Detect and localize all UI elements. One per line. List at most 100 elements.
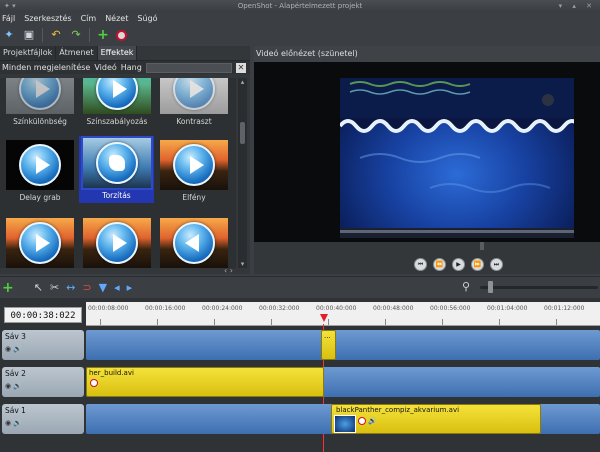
clip-name: her_build.avi <box>89 369 134 377</box>
play-icon[interactable]: ▶ <box>452 258 465 271</box>
effect-label: Kontraszt <box>176 117 212 126</box>
scroll-up-icon[interactable]: ▴ <box>238 78 247 86</box>
menu-view[interactable]: Nézet <box>105 12 128 26</box>
export-video-icon[interactable] <box>116 29 127 41</box>
menu-edit[interactable]: Szerkesztés <box>24 12 71 26</box>
effect-item[interactable]: Delay grab <box>4 140 76 202</box>
preview-title: Videó előnézet (szünetel) <box>254 46 600 62</box>
track-header[interactable]: Sáv 2 ◉ 🔊 <box>2 367 84 397</box>
effect-label: Elfény <box>182 193 206 202</box>
ruler-tick <box>214 319 215 325</box>
effect-label: Torzítás <box>102 191 131 200</box>
effect-thumbnail <box>83 218 151 268</box>
timeline-ruler[interactable]: 00:00:08:000 00:00:16:000 00:00:24:000 0… <box>86 302 600 326</box>
effect-item[interactable]: Színkülönbség <box>4 78 76 126</box>
scroll-down-icon[interactable]: ▾ <box>238 260 247 268</box>
next-marker-icon[interactable]: ▸ <box>127 281 133 295</box>
window-title: OpenShot - Alapértelmezett projekt <box>237 2 363 10</box>
video-frame <box>340 78 574 238</box>
effect-label: Színszabályozás <box>86 117 148 126</box>
fast-forward-icon[interactable]: ⏩ <box>471 258 484 271</box>
rewind-icon[interactable]: ⏪ <box>433 258 446 271</box>
menu-title[interactable]: Cím <box>81 12 97 26</box>
save-icon[interactable]: ▣ <box>22 28 36 42</box>
resize-tool-icon[interactable]: ↔ <box>66 281 75 295</box>
snapping-magnet-icon[interactable]: ⊃ <box>82 281 91 295</box>
aquarium-frame-art <box>340 78 574 238</box>
filter-audio[interactable]: Hang <box>119 61 144 75</box>
effect-item[interactable]: Elfény <box>158 140 230 202</box>
effect-thumbnail <box>6 218 74 268</box>
track-visibility-audio-icons[interactable]: ◉ 🔊 <box>5 419 22 427</box>
tab-project-files[interactable]: Projektfájlok <box>0 46 57 60</box>
clip-disabled-icon[interactable] <box>90 379 98 387</box>
timeline-clip[interactable]: her_build.avi <box>86 367 324 397</box>
ruler-tick-label: 00:00:40:000 <box>316 305 357 312</box>
horizontal-scroll-arrows[interactable]: ‹ › <box>224 266 233 275</box>
timeline-clip[interactable]: blackPanther_compiz_akvarium.avi 🔊 <box>331 404 541 434</box>
effects-grid: Színkülönbség Színszabályozás Kontraszt … <box>0 78 236 268</box>
filter-show-all[interactable]: Minden megjelenítése <box>0 61 92 75</box>
effect-item[interactable] <box>158 218 230 268</box>
ruler-tick-label: 00:00:48:000 <box>373 305 414 312</box>
ruler-tick <box>271 319 272 325</box>
add-files-icon[interactable]: + <box>96 28 110 42</box>
preview-screen <box>254 62 600 242</box>
scrollbar-thumb[interactable] <box>240 122 245 144</box>
effect-item[interactable] <box>81 218 153 268</box>
track-visibility-audio-icons[interactable]: ◉ 🔊 <box>5 345 22 353</box>
effect-thumbnail <box>6 140 74 190</box>
preview-position-handle[interactable] <box>480 242 484 250</box>
razor-tool-icon[interactable]: ✂ <box>50 281 59 295</box>
window-controls[interactable]: ▾ ▴ ✕ <box>559 0 596 12</box>
new-project-icon[interactable]: ✦ <box>2 28 16 42</box>
track-lane[interactable] <box>86 330 600 360</box>
ruler-tick-label: 00:01:12:000 <box>544 305 585 312</box>
puzzle-icon <box>95 142 138 184</box>
redo-icon[interactable]: ↷ <box>69 28 83 42</box>
ruler-tick-label: 00:00:16:000 <box>145 305 186 312</box>
add-marker-icon[interactable]: ▼ <box>99 281 107 295</box>
jump-end-icon[interactable]: ⏭ <box>490 258 503 271</box>
timeline-clip[interactable]: ... <box>321 330 336 360</box>
effect-item[interactable]: Kontraszt <box>158 78 230 126</box>
menu-file[interactable]: Fájl <box>2 12 15 26</box>
jump-start-icon[interactable]: ⏮ <box>414 258 427 271</box>
track-header[interactable]: Sáv 1 ◉ 🔊 <box>2 404 84 434</box>
tab-effects[interactable]: Effektek <box>97 46 138 60</box>
add-track-icon[interactable]: + <box>2 281 14 295</box>
ruler-tick <box>442 319 443 325</box>
previous-marker-icon[interactable]: ◂ <box>114 281 120 295</box>
effect-item-selected[interactable]: Torzítás <box>79 136 154 203</box>
window-menu-icon[interactable]: ✦ ▾ <box>4 0 16 12</box>
zoom-icon: ⚲ <box>462 280 471 293</box>
ruler-tick-label: 00:00:24:000 <box>202 305 243 312</box>
timeline: 00:00:38:022 00:00:08:000 00:00:16:000 0… <box>0 298 600 452</box>
playhead-marker[interactable] <box>320 314 328 324</box>
tab-transitions[interactable]: Átmenet <box>56 46 98 60</box>
effect-item[interactable]: Színszabályozás <box>81 78 153 126</box>
effects-panel: Projektfájlok Átmenet Effektek Minden me… <box>0 46 250 275</box>
clip-thumbnail <box>334 415 356 433</box>
title-bar: ✦ ▾ OpenShot - Alapértelmezett projekt ▾… <box>0 0 600 12</box>
play-icon <box>173 144 215 186</box>
effects-scrollbar[interactable]: ▴ ▾ <box>238 78 247 268</box>
zoom-slider-handle[interactable] <box>488 281 493 293</box>
clip-disabled-audio-icons[interactable]: 🔊 <box>358 417 377 425</box>
undo-icon[interactable]: ↶ <box>49 28 63 42</box>
filter-search-input[interactable] <box>145 62 232 73</box>
filter-video[interactable]: Videó <box>92 61 118 75</box>
pointer-tool-icon[interactable]: ↖ <box>34 281 43 295</box>
play-icon <box>19 78 61 110</box>
track-name: Sáv 3 <box>5 332 26 341</box>
zoom-slider[interactable] <box>480 286 598 289</box>
filter-row: Minden megjelenítése Videó Hang ✕ <box>0 60 250 74</box>
track-visibility-audio-icons[interactable]: ◉ 🔊 <box>5 382 22 390</box>
menu-help[interactable]: Súgó <box>137 12 157 26</box>
track-header[interactable]: Sáv 3 ◉ 🔊 <box>2 330 84 360</box>
effect-item[interactable] <box>4 218 76 268</box>
ruler-tick <box>157 319 158 325</box>
clear-filter-icon[interactable]: ✕ <box>236 62 246 73</box>
toolbar-separator <box>89 28 90 42</box>
ruler-tick-label: 00:01:04:000 <box>487 305 528 312</box>
